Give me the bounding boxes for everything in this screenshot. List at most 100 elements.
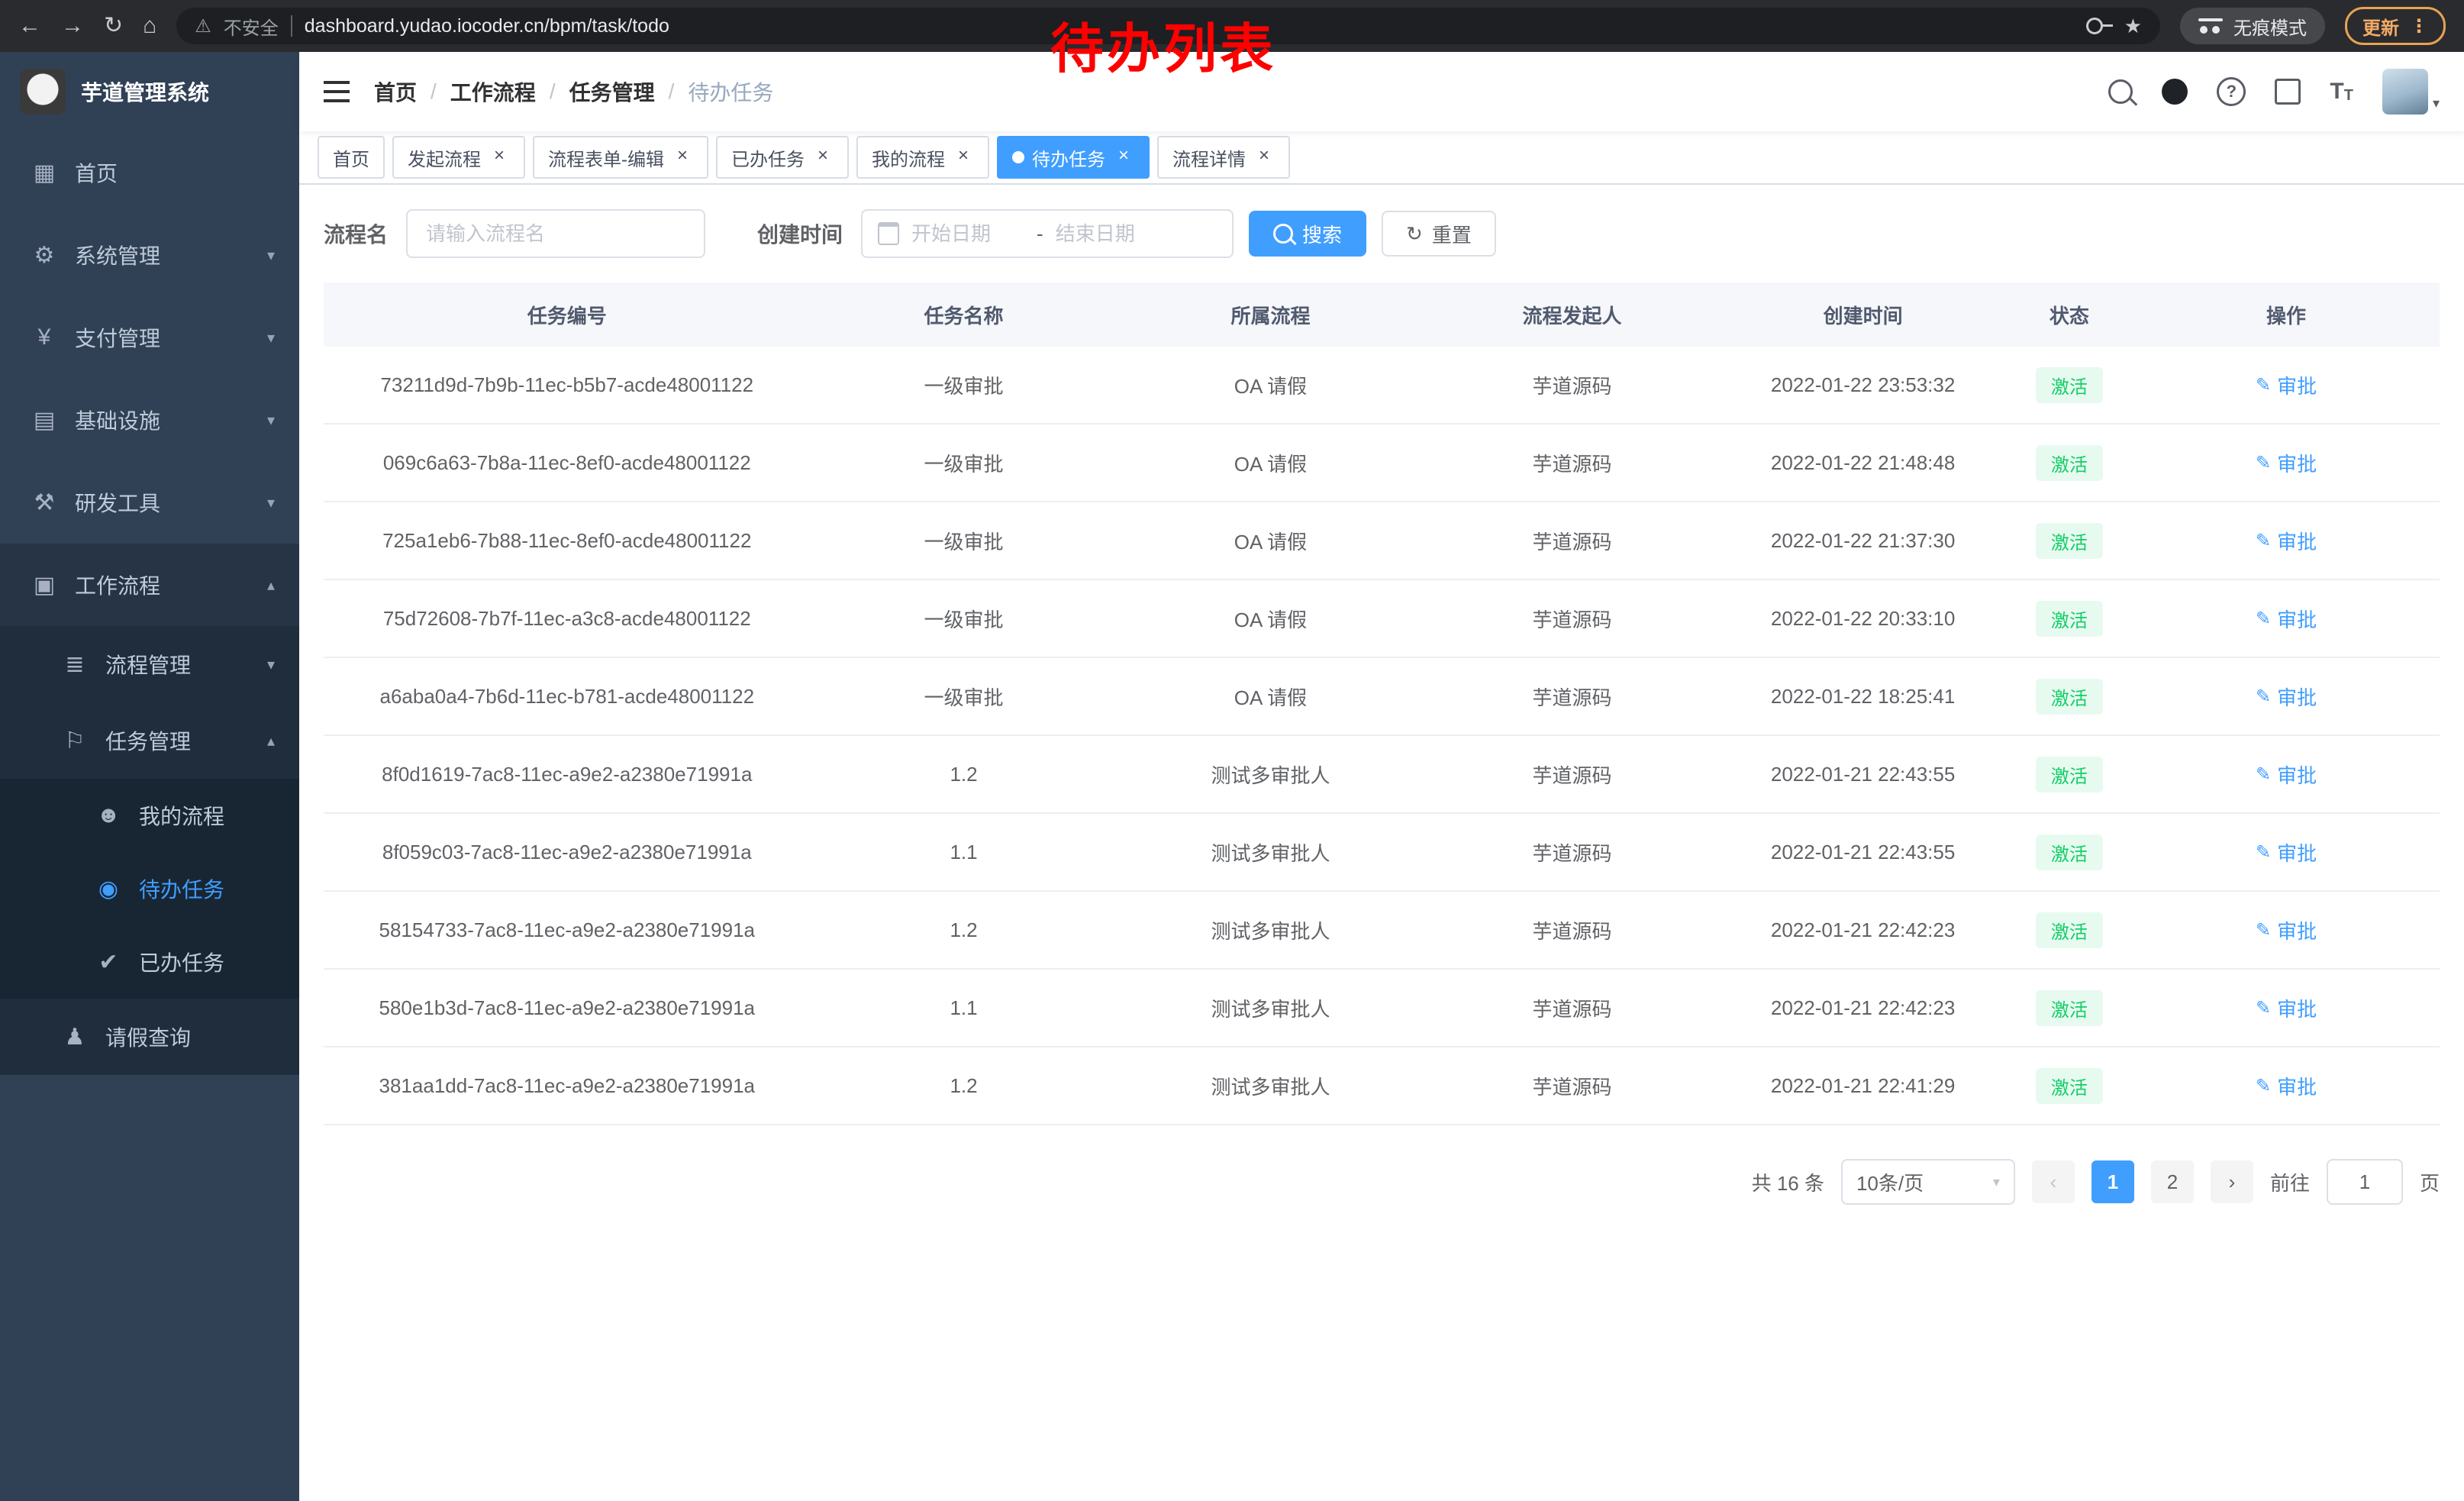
cell-starter: 芋道源码 [1424, 891, 1720, 969]
breadcrumb-workflow[interactable]: 工作流程 [450, 76, 536, 107]
search-button[interactable]: 搜索 [1249, 211, 1366, 257]
sidebar-menu: ▦ 首页 ⚙ 系统管理 ▾ ¥ 支付管理 ▾ ▤ 基础设施 ▾ [0, 131, 299, 1075]
close-icon[interactable]: × [672, 147, 693, 168]
close-icon[interactable]: × [812, 147, 834, 168]
sidebar-item-pay[interactable]: ¥ 支付管理 ▾ [0, 296, 299, 379]
approve-label: 审批 [2277, 449, 2317, 477]
start-date-input[interactable] [908, 221, 1027, 247]
breadcrumb-separator: / [669, 79, 675, 104]
cell-task-id: 725a1eb6-7b88-11ec-8ef0-acde48001122 [324, 502, 811, 579]
cell-created: 2022-01-22 20:33:10 [1721, 579, 2006, 657]
cell-starter: 芋道源码 [1424, 657, 1720, 735]
tab-form-edit[interactable]: 流程表单-编辑 × [533, 136, 708, 179]
todo-task-table: 任务编号 任务名称 所属流程 流程发起人 创建时间 状态 操作 73211d9d… [324, 282, 2440, 1125]
sidebar-item-process-mgmt[interactable]: ≣ 流程管理 ▾ [0, 626, 299, 702]
bookmark-star-icon[interactable]: ★ [2124, 15, 2142, 38]
sidebar-item-system[interactable]: ⚙ 系统管理 ▾ [0, 214, 299, 296]
hamburger-icon[interactable] [324, 81, 350, 102]
chevron-down-icon: ▾ [267, 655, 275, 674]
tab-my-process[interactable]: 我的流程 × [856, 136, 989, 179]
breadcrumb-separator: / [550, 79, 556, 104]
github-icon[interactable] [2162, 79, 2188, 105]
breadcrumb-home[interactable]: 首页 [374, 76, 417, 107]
font-size-icon[interactable]: TT [2330, 80, 2353, 103]
sidebar-item-done-task[interactable]: ✔ 已办任务 [0, 925, 299, 999]
key-icon[interactable] [2086, 18, 2103, 34]
refresh-icon: ↻ [1406, 224, 1423, 244]
fullscreen-icon[interactable] [2275, 79, 2301, 105]
range-separator: - [1037, 222, 1043, 246]
close-icon[interactable]: × [1113, 147, 1134, 168]
user-menu[interactable]: ▾ [2382, 69, 2440, 115]
status-badge: 激活 [2036, 990, 2103, 1026]
close-icon[interactable]: × [953, 147, 974, 168]
breadcrumb-task-mgmt[interactable]: 任务管理 [569, 76, 655, 107]
end-date-input[interactable] [1053, 221, 1172, 247]
approve-link[interactable]: ✎ 审批 [2256, 1072, 2317, 1100]
sidebar-item-workflow[interactable]: ▣ 工作流程 ▴ [0, 544, 299, 626]
approve-link[interactable]: ✎ 审批 [2256, 683, 2317, 711]
cell-starter: 芋道源码 [1424, 969, 1720, 1047]
page-1-button[interactable]: 1 [2091, 1160, 2134, 1203]
status-badge: 激活 [2036, 912, 2103, 948]
goto-page-input[interactable] [2327, 1159, 2403, 1205]
approve-link[interactable]: ✎ 审批 [2256, 916, 2317, 944]
help-icon[interactable]: ? [2217, 77, 2246, 106]
approve-label: 审批 [2277, 683, 2317, 711]
approve-link[interactable]: ✎ 审批 [2256, 605, 2317, 633]
active-dot [1012, 151, 1024, 163]
sidebar-item-leave-query[interactable]: ♟ 请假查询 [0, 999, 299, 1075]
total-count: 共 16 条 [1752, 1168, 1824, 1196]
tab-done-task[interactable]: 已办任务 × [716, 136, 849, 179]
tab-start-process[interactable]: 发起流程 × [392, 136, 525, 179]
dashboard-icon: ▦ [31, 160, 58, 186]
cell-process: 测试多审批人 [1117, 1047, 1424, 1125]
sidebar-item-task-mgmt[interactable]: ⚐ 任务管理 ▴ [0, 702, 299, 779]
col-created: 创建时间 [1721, 282, 2006, 347]
tab-label: 我的流程 [872, 144, 945, 171]
sidebar-item-my-process[interactable]: ☻ 我的流程 [0, 779, 299, 852]
process-name-input[interactable] [406, 209, 705, 258]
sidebar-item-todo-task[interactable]: ◉ 待办任务 [0, 852, 299, 925]
search-icon [1273, 224, 1293, 244]
cell-starter: 芋道源码 [1424, 813, 1720, 891]
approve-link[interactable]: ✎ 审批 [2256, 760, 2317, 789]
next-page-button[interactable]: › [2211, 1160, 2253, 1203]
search-icon[interactable] [2108, 79, 2133, 104]
approve-link[interactable]: ✎ 审批 [2256, 527, 2317, 555]
sidebar-item-label: 已办任务 [139, 947, 275, 977]
sidebar-item-infra[interactable]: ▤ 基础设施 ▾ [0, 379, 299, 461]
cell-task-name: 一级审批 [811, 579, 1118, 657]
kebab-menu-icon[interactable]: ⋮ [2410, 15, 2428, 37]
calendar-icon [878, 222, 899, 245]
home-icon[interactable]: ⌂ [143, 15, 156, 37]
edit-icon: ✎ [2256, 452, 2271, 474]
close-icon[interactable]: × [489, 147, 510, 168]
status-badge: 激活 [2036, 367, 2103, 403]
sidebar-item-home[interactable]: ▦ 首页 [0, 131, 299, 214]
approve-link[interactable]: ✎ 审批 [2256, 371, 2317, 399]
back-icon[interactable]: ← [18, 15, 41, 37]
workflow-icon: ▣ [31, 572, 58, 599]
page-size-select[interactable]: 10条/页 ▾ [1841, 1159, 2015, 1205]
close-icon[interactable]: × [1253, 147, 1275, 168]
prev-page-button[interactable]: ‹ [2032, 1160, 2075, 1203]
date-range-picker[interactable]: - [861, 209, 1234, 258]
avatar [2382, 69, 2428, 115]
tab-process-detail[interactable]: 流程详情 × [1157, 136, 1290, 179]
cell-task-name: 1.2 [811, 735, 1118, 813]
forward-icon[interactable]: → [61, 15, 84, 37]
reset-button[interactable]: ↻ 重置 [1382, 211, 1496, 257]
approve-link[interactable]: ✎ 审批 [2256, 449, 2317, 477]
tab-todo-task[interactable]: 待办任务 × [997, 136, 1150, 179]
update-button[interactable]: 更新 ⋮ [2345, 7, 2446, 45]
reload-icon[interactable]: ↻ [104, 15, 123, 37]
col-action: 操作 [2133, 282, 2440, 347]
approve-link[interactable]: ✎ 审批 [2256, 838, 2317, 867]
sidebar-item-devtools[interactable]: ⚒ 研发工具 ▾ [0, 461, 299, 544]
approve-link[interactable]: ✎ 审批 [2256, 994, 2317, 1022]
cell-created: 2022-01-22 21:48:48 [1721, 424, 2006, 502]
page-2-button[interactable]: 2 [2151, 1160, 2194, 1203]
approve-label: 审批 [2277, 916, 2317, 944]
tab-home[interactable]: 首页 [318, 136, 385, 179]
